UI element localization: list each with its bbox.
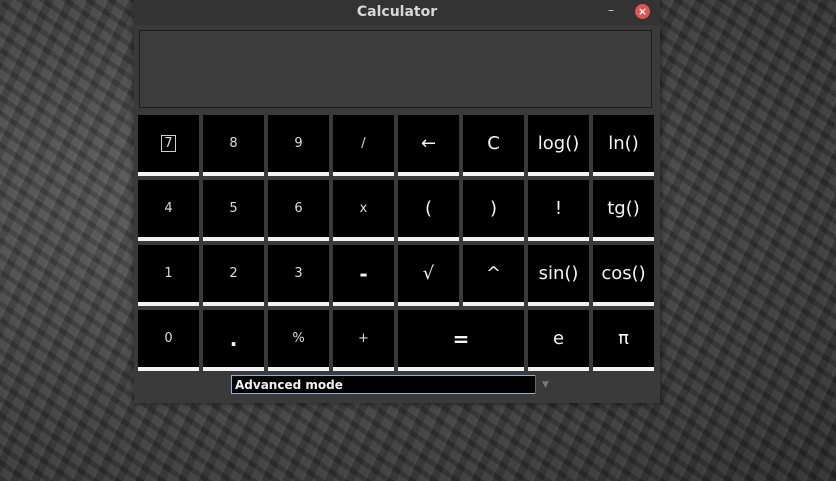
key-cos[interactable]: cos() (593, 245, 654, 306)
key-percent[interactable]: % (268, 310, 329, 371)
key-label: x (359, 201, 368, 216)
key-label: 7 (161, 135, 176, 152)
key-equals[interactable]: = (398, 310, 524, 371)
window-title: Calculator (356, 4, 438, 20)
keypad: 7 8 9 / ← Clog() ln() 4 5 6 x ()! tg() 1 2 3 - √ ^ sin() cos… (138, 115, 655, 371)
calculator-display (139, 30, 652, 108)
key-4[interactable]: 4 (138, 180, 199, 241)
key-label: log() (537, 133, 580, 154)
key-label: 3 (294, 266, 303, 281)
key-ln[interactable]: ln() (593, 115, 654, 176)
key-label: 0 (164, 331, 173, 346)
key-3[interactable]: 3 (268, 245, 329, 306)
key-0[interactable]: 0 (138, 310, 199, 371)
key-label: 8 (229, 136, 238, 151)
key-2[interactable]: 2 (203, 245, 264, 306)
key-label: ^ (485, 263, 502, 284)
key-label: 9 (294, 136, 303, 151)
key-tg[interactable]: tg() (593, 180, 654, 241)
key-label: ) (489, 198, 498, 219)
key-label: 2 (229, 266, 238, 281)
key-label: / (361, 136, 366, 151)
key-log[interactable]: log() (528, 115, 589, 176)
key-label: 6 (294, 201, 303, 216)
key-label: + (358, 331, 369, 346)
key-label: ( (424, 198, 433, 219)
key-label: √ (422, 263, 435, 284)
key-close-paren[interactable]: ) (463, 180, 524, 241)
title-bar[interactable]: Calculator – × (134, 0, 660, 25)
key-8[interactable]: 8 (203, 115, 264, 176)
mode-select-value: Advanced mode (235, 377, 343, 392)
minimize-button[interactable]: – (604, 4, 618, 18)
key-label: C (487, 133, 500, 154)
key-plus[interactable]: + (333, 310, 394, 371)
key-sqrt[interactable]: √ (398, 245, 459, 306)
key-label: ! (554, 198, 563, 219)
key-6[interactable]: 6 (268, 180, 329, 241)
key-1[interactable]: 1 (138, 245, 199, 306)
key-power[interactable]: ^ (463, 245, 524, 306)
chevron-down-icon[interactable]: ▼ (535, 375, 555, 394)
close-button[interactable]: × (635, 4, 650, 19)
key-backspace[interactable]: ← (398, 115, 459, 176)
key-label: ln() (608, 133, 639, 154)
key-decimal[interactable]: . (203, 310, 264, 371)
key-label: cos() (601, 263, 646, 284)
key-label: sin() (538, 263, 579, 284)
key-divide[interactable]: / (333, 115, 394, 176)
key-minus[interactable]: - (333, 245, 394, 306)
key-label: e (552, 328, 565, 349)
key-label: = (452, 326, 470, 351)
key-5[interactable]: 5 (203, 180, 264, 241)
key-factorial[interactable]: ! (528, 180, 589, 241)
key-label: tg() (607, 198, 640, 219)
key-open-paren[interactable]: ( (398, 180, 459, 241)
key-clear[interactable]: C (463, 115, 524, 176)
key-label: . (229, 326, 238, 351)
key-label: 4 (164, 201, 173, 216)
key-multiply[interactable]: x (333, 180, 394, 241)
key-pi[interactable]: π (593, 310, 654, 371)
key-label: π (618, 328, 629, 349)
key-label: % (292, 331, 305, 346)
key-sin[interactable]: sin() (528, 245, 589, 306)
calculator-window: Calculator – × 7 8 9 / ← Clog() ln() 4 5 6 x ()! tg(… (134, 0, 660, 403)
key-label: 5 (229, 201, 238, 216)
key-e[interactable]: e (528, 310, 589, 371)
key-label: ← (420, 133, 437, 154)
key-label: 1 (164, 266, 173, 281)
key-label: - (359, 261, 368, 286)
mode-select[interactable]: Advanced mode (231, 375, 555, 394)
key-9[interactable]: 9 (268, 115, 329, 176)
key-7[interactable]: 7 (138, 115, 199, 176)
